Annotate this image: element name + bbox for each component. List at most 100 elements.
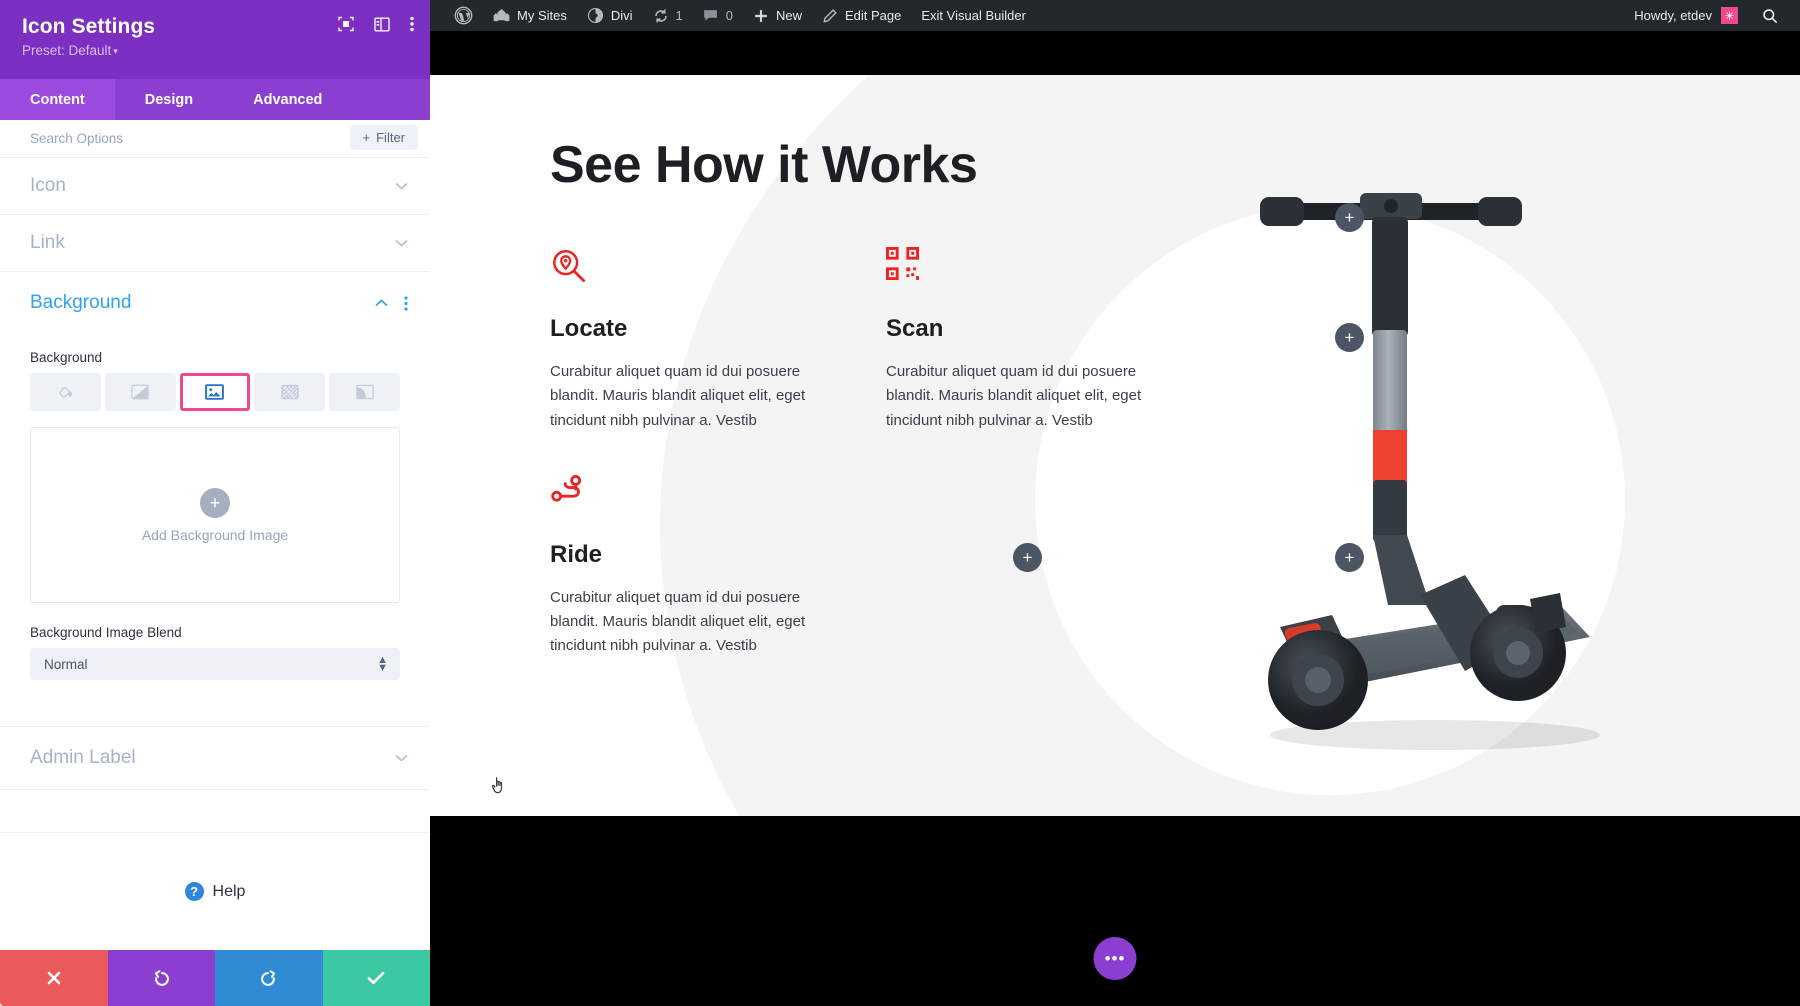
preset-label: Preset: Default	[22, 43, 111, 58]
background-gradient-button[interactable]	[105, 373, 176, 411]
accordion-admin-label[interactable]: Admin Label	[0, 726, 430, 790]
my-sites-label: My Sites	[517, 8, 567, 23]
panel-header: Icon Settings Preset: Default▾	[0, 0, 430, 79]
layout-icon[interactable]	[374, 17, 390, 32]
my-sites-menu[interactable]: My Sites	[483, 0, 577, 31]
comments-menu[interactable]: 0	[693, 0, 743, 31]
new-menu[interactable]: New	[743, 0, 812, 31]
panel-header-icons	[338, 16, 414, 32]
add-module-top-button[interactable]: +	[1335, 203, 1364, 232]
background-mask-button[interactable]	[329, 373, 400, 411]
divi-menu[interactable]: Divi	[577, 0, 643, 31]
feature-locate[interactable]: Locate Curabitur aliquet quam id dui pos…	[550, 247, 886, 433]
pattern-icon	[281, 384, 299, 400]
background-section: Background	[0, 334, 430, 690]
save-button[interactable]	[323, 950, 431, 1006]
chevron-down-icon[interactable]	[395, 182, 408, 190]
plus-icon	[753, 8, 769, 24]
exit-visual-builder-label: Exit Visual Builder	[921, 8, 1026, 23]
cancel-button[interactable]	[0, 950, 108, 1006]
admin-bar-right: Howdy, etdev ✳	[1622, 7, 1800, 24]
route-ride-icon	[550, 473, 886, 519]
tab-design[interactable]: Design	[115, 79, 223, 120]
updates-menu[interactable]: 1	[643, 0, 693, 31]
paint-bucket-icon	[57, 384, 74, 401]
accordion-icon-controls	[395, 182, 408, 190]
gradient-icon	[131, 384, 149, 400]
accordion-background[interactable]: Background	[0, 272, 430, 334]
updates-count: 1	[676, 8, 683, 23]
builder-menu-fab[interactable]: •••	[1094, 937, 1137, 980]
feature-scan[interactable]: Scan Curabitur aliquet quam id dui posue…	[886, 247, 1222, 433]
wordpress-admin-bar: My Sites Divi 1	[430, 0, 1800, 31]
feature-ride[interactable]: Ride Curabitur aliquet quam id dui posue…	[550, 473, 886, 659]
accordion-icon[interactable]: Icon	[0, 158, 430, 215]
divi-label: Divi	[611, 8, 633, 23]
select-stepper-icon: ▲▼	[377, 656, 388, 672]
add-module-mid-button[interactable]: +	[1013, 543, 1042, 572]
background-pattern-button[interactable]	[254, 373, 325, 411]
add-background-image-dropzone[interactable]: + Add Background Image	[30, 427, 400, 603]
accordion-admin-label-controls	[395, 754, 408, 762]
pencil-icon	[822, 8, 838, 24]
settings-tabs: Content Design Advanced	[0, 79, 430, 120]
close-icon	[45, 969, 63, 987]
section-spacer	[0, 690, 430, 726]
help-link[interactable]: ? Help	[185, 882, 246, 901]
add-module-right-lower-button[interactable]: +	[1335, 543, 1364, 572]
accordion-link[interactable]: Link	[0, 215, 430, 272]
feature-body: Curabitur aliquet quam id dui posuere bl…	[550, 586, 850, 659]
page-frame: See How it Works Loc	[430, 31, 1800, 1006]
undo-button[interactable]	[108, 950, 216, 1006]
filter-button[interactable]: + Filter	[350, 125, 418, 150]
howdy-menu[interactable]: Howdy, etdev ✳	[1622, 7, 1750, 24]
image-icon	[205, 384, 224, 400]
background-color-button[interactable]	[30, 373, 101, 411]
search-icon	[1762, 8, 1778, 24]
focus-icon[interactable]	[338, 16, 354, 32]
edit-page-label: Edit Page	[845, 8, 901, 23]
more-options-icon[interactable]	[410, 16, 414, 32]
chevron-down-icon[interactable]	[395, 754, 408, 762]
accordion-icon-label: Icon	[30, 175, 66, 197]
edit-page-menu[interactable]: Edit Page	[812, 0, 911, 31]
blend-selected-value: Normal	[30, 648, 400, 680]
accordion-admin-label-label: Admin Label	[30, 747, 136, 769]
feature-title: Scan	[886, 315, 1222, 343]
buildings-icon	[493, 8, 510, 23]
panel-body: Icon Link Background	[0, 158, 430, 832]
accordion-background-controls	[375, 296, 408, 311]
background-image-blend-select[interactable]: Normal ▲▼	[30, 648, 400, 680]
background-image-button[interactable]	[180, 373, 251, 411]
chevron-down-icon[interactable]	[395, 239, 408, 247]
panel-preset-selector[interactable]: Preset: Default▾	[22, 43, 408, 58]
mouse-cursor	[492, 775, 508, 800]
tab-advanced[interactable]: Advanced	[223, 79, 352, 120]
chevron-down-icon: ▾	[113, 46, 118, 56]
help-label: Help	[213, 883, 246, 901]
background-options-icon[interactable]	[404, 296, 408, 311]
exit-visual-builder-menu[interactable]: Exit Visual Builder	[911, 0, 1036, 31]
divi-icon	[587, 7, 604, 24]
accordion-link-controls	[395, 239, 408, 247]
avatar: ✳	[1721, 7, 1738, 24]
feature-title: Ride	[550, 541, 886, 569]
check-icon	[366, 969, 386, 987]
qr-scan-icon	[886, 247, 1222, 293]
comments-count: 0	[726, 8, 733, 23]
search-options-bar: + Filter	[0, 120, 430, 158]
add-background-image-label: Add Background Image	[142, 527, 288, 543]
scooter-image	[1260, 175, 1730, 760]
add-module-right-upper-button[interactable]: +	[1335, 323, 1364, 352]
background-field-label: Background	[30, 350, 400, 365]
accordion-link-label: Link	[30, 232, 65, 254]
updates-icon	[653, 8, 669, 24]
redo-icon	[259, 969, 278, 988]
tab-content[interactable]: Content	[0, 79, 115, 120]
question-mark-icon: ?	[185, 882, 204, 901]
wordpress-logo[interactable]	[444, 0, 483, 31]
chevron-up-icon[interactable]	[375, 299, 388, 307]
visual-builder-screen: Icon Settings Preset: Default▾	[0, 0, 1800, 1006]
redo-button[interactable]	[215, 950, 323, 1006]
admin-search-button[interactable]	[1750, 8, 1790, 24]
